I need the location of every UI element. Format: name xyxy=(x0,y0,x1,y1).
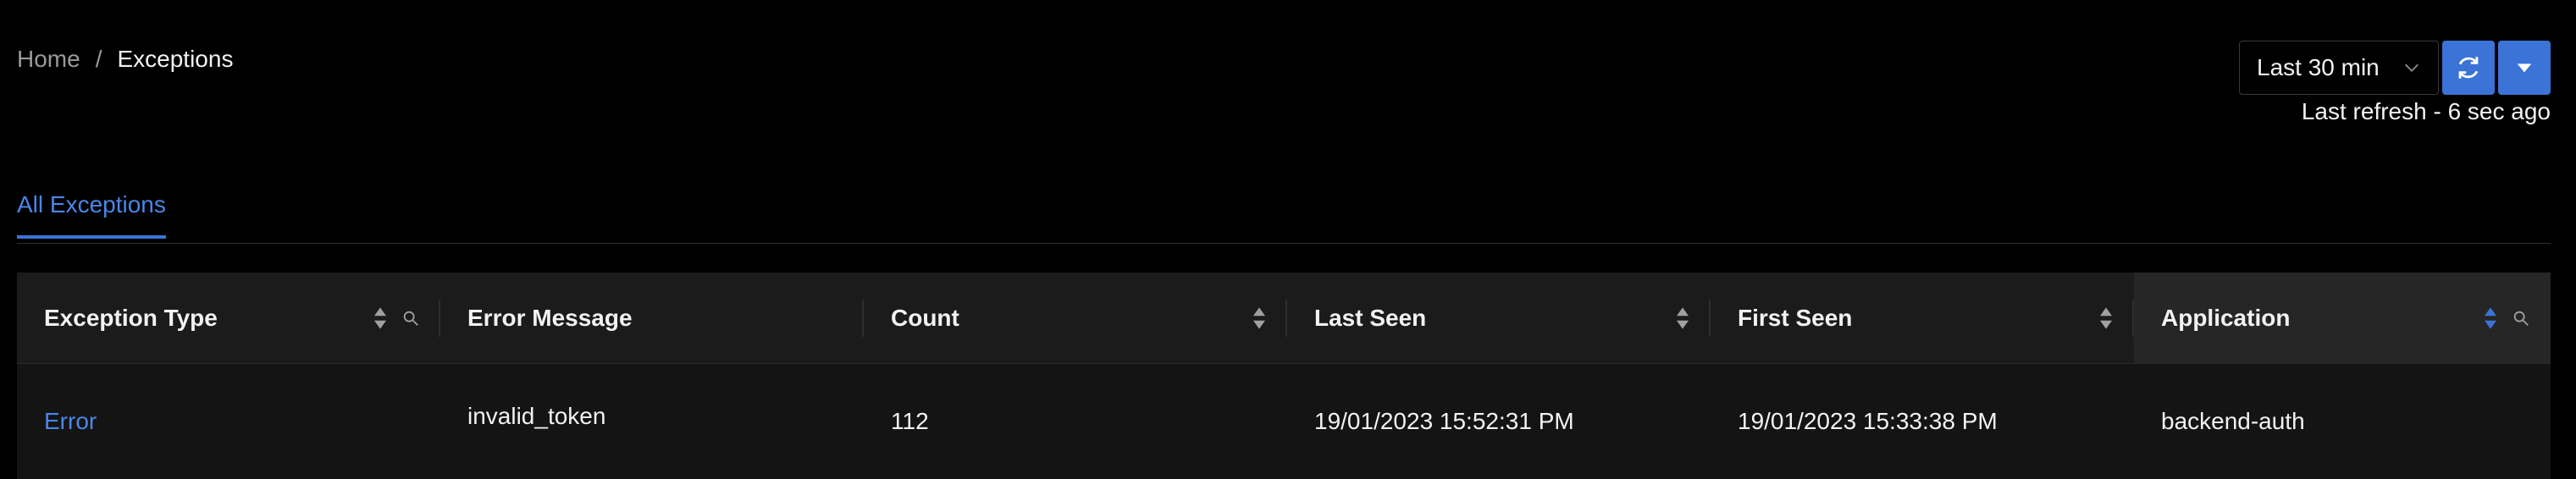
column-label: Error Message xyxy=(467,304,633,331)
sort-icon[interactable] xyxy=(373,306,388,330)
tab-bar: All Exceptions xyxy=(17,186,2551,244)
column-header-error-message[interactable]: Error Message xyxy=(440,273,864,363)
breadcrumb-current: Exceptions xyxy=(117,46,234,72)
time-range-select[interactable]: Last 30 min xyxy=(2239,41,2439,95)
column-header-count[interactable]: Count xyxy=(864,273,1287,363)
cell-application: backend-auth xyxy=(2161,408,2305,434)
table-row[interactable]: Error invalid_token 112 19/01/2023 15:52… xyxy=(17,364,2551,479)
time-range-value: Last 30 min xyxy=(2257,54,2380,80)
sort-icon[interactable] xyxy=(2483,306,2498,330)
refresh-icon xyxy=(2458,57,2479,79)
tab-all-exceptions[interactable]: All Exceptions xyxy=(17,191,166,239)
column-label: First Seen xyxy=(1738,304,1853,331)
search-icon[interactable] xyxy=(2512,309,2530,328)
time-range-controls: Last 30 min xyxy=(2239,41,2551,95)
column-label: Exception Type xyxy=(44,304,218,331)
column-header-first-seen[interactable]: First Seen xyxy=(1711,273,2134,363)
cell-exception-type: Error xyxy=(17,364,440,479)
cell-error-message: invalid_token xyxy=(467,403,606,429)
cell-count: 112 xyxy=(891,408,929,434)
sort-icon[interactable] xyxy=(2098,306,2114,330)
table-header: Exception Type Error Message Count Last … xyxy=(17,273,2551,364)
cell-first-seen: 19/01/2023 15:33:38 PM xyxy=(1738,408,1998,434)
sort-icon[interactable] xyxy=(1675,306,1690,330)
last-refresh-text: Last refresh - 6 sec ago xyxy=(2301,98,2551,124)
exception-type-link[interactable]: Error xyxy=(44,408,97,435)
breadcrumb-home-link[interactable]: Home xyxy=(17,42,80,76)
breadcrumb: Home / Exceptions xyxy=(17,42,233,76)
exceptions-table: Exception Type Error Message Count Last … xyxy=(17,273,2551,479)
caret-down-icon xyxy=(2517,63,2532,73)
column-label: Last Seen xyxy=(1314,304,1427,331)
chevron-down-icon xyxy=(2405,63,2418,72)
sort-icon[interactable] xyxy=(1252,306,1267,330)
column-label: Application xyxy=(2161,304,2291,331)
cell-last-seen: 19/01/2023 15:52:31 PM xyxy=(1314,408,1574,434)
refresh-button[interactable] xyxy=(2442,41,2495,95)
column-label: Count xyxy=(891,304,959,331)
search-icon[interactable] xyxy=(401,309,420,328)
column-header-exception-type[interactable]: Exception Type xyxy=(17,273,440,363)
column-header-last-seen[interactable]: Last Seen xyxy=(1287,273,1711,363)
refresh-options-dropdown-button[interactable] xyxy=(2498,41,2551,95)
breadcrumb-separator: / xyxy=(95,46,102,72)
column-header-application[interactable]: Application xyxy=(2134,273,2551,363)
exceptions-page: Home / Exceptions Last 30 min Last refre… xyxy=(0,0,2576,479)
